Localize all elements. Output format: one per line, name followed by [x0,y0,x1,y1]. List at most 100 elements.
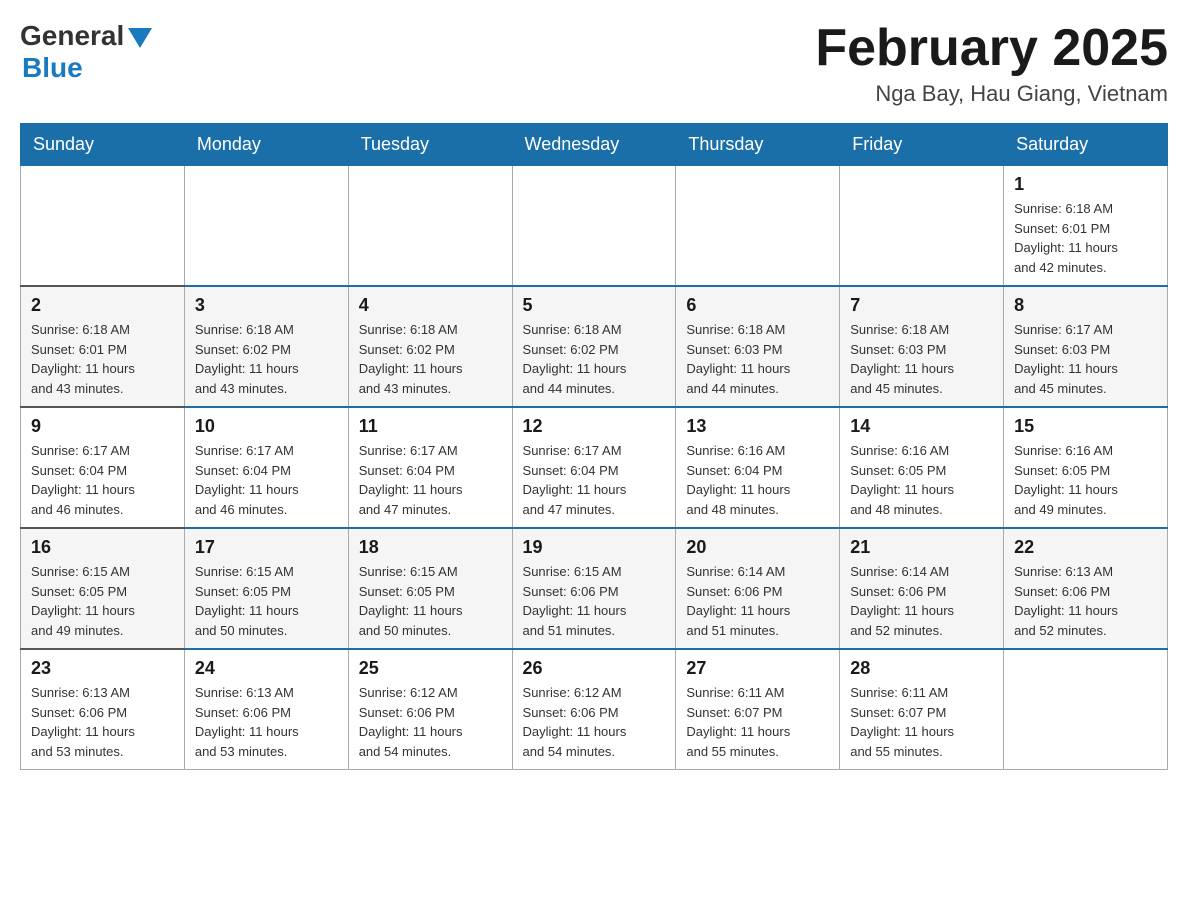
table-row: 10 Sunrise: 6:17 AMSunset: 6:04 PMDayligh… [184,407,348,528]
table-row: 26 Sunrise: 6:12 AMSunset: 6:06 PMDayligh… [512,649,676,770]
calendar-week-row: 1 Sunrise: 6:18 AMSunset: 6:01 PMDaylight… [21,166,1168,287]
day-info: Sunrise: 6:18 AMSunset: 6:02 PMDaylight:… [195,320,338,398]
day-number: 20 [686,537,829,558]
day-number: 24 [195,658,338,679]
day-number: 19 [523,537,666,558]
day-info: Sunrise: 6:14 AMSunset: 6:06 PMDaylight:… [686,562,829,640]
day-info: Sunrise: 6:18 AMSunset: 6:01 PMDaylight:… [31,320,174,398]
calendar-week-row: 23 Sunrise: 6:13 AMSunset: 6:06 PMDayligh… [21,649,1168,770]
day-info: Sunrise: 6:14 AMSunset: 6:06 PMDaylight:… [850,562,993,640]
day-number: 13 [686,416,829,437]
day-info: Sunrise: 6:18 AMSunset: 6:03 PMDaylight:… [850,320,993,398]
table-row [676,166,840,287]
day-info: Sunrise: 6:17 AMSunset: 6:04 PMDaylight:… [31,441,174,519]
table-row: 28 Sunrise: 6:11 AMSunset: 6:07 PMDayligh… [840,649,1004,770]
day-info: Sunrise: 6:18 AMSunset: 6:02 PMDaylight:… [359,320,502,398]
day-info: Sunrise: 6:17 AMSunset: 6:04 PMDaylight:… [359,441,502,519]
table-row: 9 Sunrise: 6:17 AMSunset: 6:04 PMDaylight… [21,407,185,528]
day-number: 14 [850,416,993,437]
table-row: 7 Sunrise: 6:18 AMSunset: 6:03 PMDaylight… [840,286,1004,407]
table-row: 1 Sunrise: 6:18 AMSunset: 6:01 PMDaylight… [1004,166,1168,287]
day-number: 18 [359,537,502,558]
page-header: General Blue February 2025 Nga Bay, Hau … [20,20,1168,107]
table-row: 8Sunrise: 6:17 AMSunset: 6:03 PMDaylight… [1004,286,1168,407]
table-row: 3 Sunrise: 6:18 AMSunset: 6:02 PMDaylight… [184,286,348,407]
day-info: Sunrise: 6:17 AMSunset: 6:04 PMDaylight:… [523,441,666,519]
table-row: 4 Sunrise: 6:18 AMSunset: 6:02 PMDaylight… [348,286,512,407]
logo-general-label: General [20,20,124,52]
calendar-header-row: Sunday Monday Tuesday Wednesday Thursday… [21,124,1168,166]
day-info: Sunrise: 6:18 AMSunset: 6:02 PMDaylight:… [523,320,666,398]
title-area: February 2025 Nga Bay, Hau Giang, Vietna… [815,20,1168,107]
day-number: 25 [359,658,502,679]
day-number: 21 [850,537,993,558]
day-info: Sunrise: 6:13 AMSunset: 6:06 PMDaylight:… [195,683,338,761]
table-row [184,166,348,287]
table-row: 21 Sunrise: 6:14 AMSunset: 6:06 PMDayligh… [840,528,1004,649]
table-row: 14 Sunrise: 6:16 AMSunset: 6:05 PMDayligh… [840,407,1004,528]
day-info: Sunrise: 6:15 AMSunset: 6:05 PMDaylight:… [31,562,174,640]
day-number: 10 [195,416,338,437]
table-row: 27 Sunrise: 6:11 AMSunset: 6:07 PMDayligh… [676,649,840,770]
day-info: Sunrise: 6:17 AMSunset: 6:04 PMDaylight:… [195,441,338,519]
table-row: 25 Sunrise: 6:12 AMSunset: 6:06 PMDayligh… [348,649,512,770]
day-info: Sunrise: 6:15 AMSunset: 6:05 PMDaylight:… [359,562,502,640]
day-number: 11 [359,416,502,437]
day-info: Sunrise: 6:16 AMSunset: 6:04 PMDaylight:… [686,441,829,519]
table-row: 12 Sunrise: 6:17 AMSunset: 6:04 PMDayligh… [512,407,676,528]
calendar-week-row: 16 Sunrise: 6:15 AMSunset: 6:05 PMDayligh… [21,528,1168,649]
table-row: 2Sunrise: 6:18 AMSunset: 6:01 PMDaylight… [21,286,185,407]
table-row: 6 Sunrise: 6:18 AMSunset: 6:03 PMDaylight… [676,286,840,407]
day-info: Sunrise: 6:15 AMSunset: 6:06 PMDaylight:… [523,562,666,640]
table-row: 22 Sunrise: 6:13 AMSunset: 6:06 PMDayligh… [1004,528,1168,649]
day-info: Sunrise: 6:16 AMSunset: 6:05 PMDaylight:… [1014,441,1157,519]
day-number: 6 [686,295,829,316]
calendar-table: Sunday Monday Tuesday Wednesday Thursday… [20,123,1168,770]
table-row: 16 Sunrise: 6:15 AMSunset: 6:05 PMDayligh… [21,528,185,649]
table-row [21,166,185,287]
day-number: 5 [523,295,666,316]
day-number: 7 [850,295,993,316]
table-row: 15 Sunrise: 6:16 AMSunset: 6:05 PMDayligh… [1004,407,1168,528]
day-info: Sunrise: 6:15 AMSunset: 6:05 PMDaylight:… [195,562,338,640]
day-number: 15 [1014,416,1157,437]
logo-blue-label: Blue [22,52,83,84]
day-info: Sunrise: 6:13 AMSunset: 6:06 PMDaylight:… [1014,562,1157,640]
logo-general-text: General [20,20,152,52]
day-number: 27 [686,658,829,679]
table-row: 20 Sunrise: 6:14 AMSunset: 6:06 PMDayligh… [676,528,840,649]
day-info: Sunrise: 6:18 AMSunset: 6:01 PMDaylight:… [1014,199,1157,277]
table-row [840,166,1004,287]
day-info: Sunrise: 6:16 AMSunset: 6:05 PMDaylight:… [850,441,993,519]
col-saturday: Saturday [1004,124,1168,166]
day-number: 9 [31,416,174,437]
col-wednesday: Wednesday [512,124,676,166]
col-monday: Monday [184,124,348,166]
table-row: 19 Sunrise: 6:15 AMSunset: 6:06 PMDayligh… [512,528,676,649]
day-number: 23 [31,658,174,679]
table-row: 23 Sunrise: 6:13 AMSunset: 6:06 PMDayligh… [21,649,185,770]
table-row [512,166,676,287]
col-thursday: Thursday [676,124,840,166]
table-row: 13 Sunrise: 6:16 AMSunset: 6:04 PMDayligh… [676,407,840,528]
day-info: Sunrise: 6:13 AMSunset: 6:06 PMDaylight:… [31,683,174,761]
day-number: 1 [1014,174,1157,195]
location-subtitle: Nga Bay, Hau Giang, Vietnam [815,81,1168,107]
day-number: 8 [1014,295,1157,316]
col-friday: Friday [840,124,1004,166]
day-info: Sunrise: 6:11 AMSunset: 6:07 PMDaylight:… [686,683,829,761]
day-number: 3 [195,295,338,316]
day-info: Sunrise: 6:12 AMSunset: 6:06 PMDaylight:… [359,683,502,761]
day-number: 28 [850,658,993,679]
day-info: Sunrise: 6:18 AMSunset: 6:03 PMDaylight:… [686,320,829,398]
day-number: 26 [523,658,666,679]
day-number: 22 [1014,537,1157,558]
day-number: 16 [31,537,174,558]
day-number: 12 [523,416,666,437]
day-info: Sunrise: 6:11 AMSunset: 6:07 PMDaylight:… [850,683,993,761]
day-number: 4 [359,295,502,316]
day-info: Sunrise: 6:12 AMSunset: 6:06 PMDaylight:… [523,683,666,761]
table-row: 18 Sunrise: 6:15 AMSunset: 6:05 PMDayligh… [348,528,512,649]
table-row: 5 Sunrise: 6:18 AMSunset: 6:02 PMDaylight… [512,286,676,407]
calendar-week-row: 2Sunrise: 6:18 AMSunset: 6:01 PMDaylight… [21,286,1168,407]
